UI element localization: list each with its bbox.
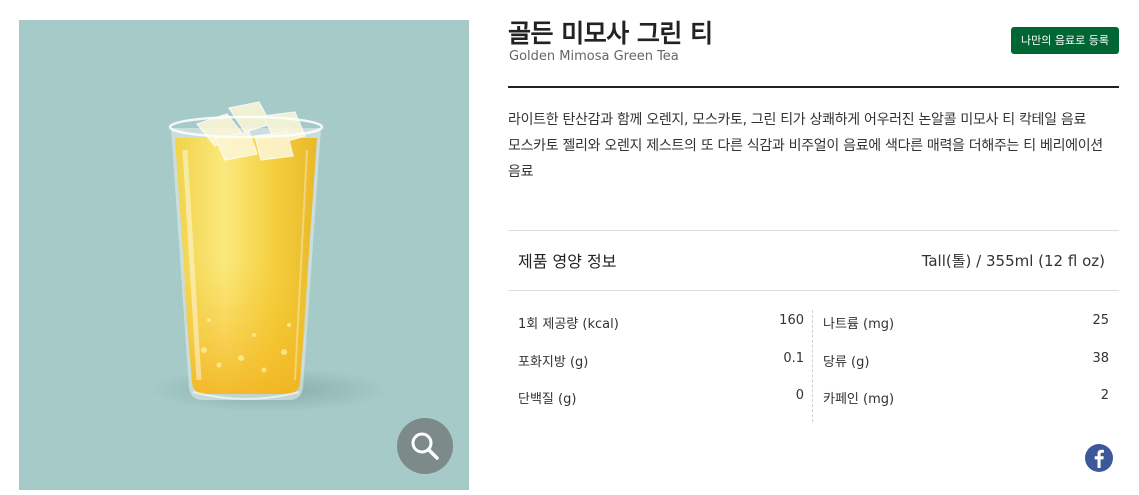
serving-size: Tall(톨) / 355ml (12 fl oz) — [921, 252, 1105, 270]
product-image — [19, 20, 469, 490]
nutrition-label: 나트륨 (mg) — [823, 317, 895, 332]
nutrition-title: 제품 영양 정보 — [518, 252, 617, 271]
title-divider — [508, 86, 1119, 88]
nutrition-label: 카페인 (mg) — [823, 392, 895, 407]
nutrition-label: 당류 (g) — [823, 354, 870, 370]
nutrition-row: 카페인 (mg) 2 — [823, 383, 1109, 421]
nutrition-value: 160 — [779, 313, 804, 328]
column-divider — [812, 310, 813, 422]
nutrition-table: 1회 제공량 (kcal) 160 포화지방 (g) 0.1 단백질 (g) 0… — [508, 308, 1119, 422]
facebook-share-button[interactable] — [1085, 444, 1113, 472]
nutrition-row: 당류 (g) 38 — [823, 346, 1109, 384]
nutrition-row: 단백질 (g) 0 — [518, 383, 804, 421]
zoom-button[interactable] — [397, 418, 453, 474]
product-description: 라이트한 탄산감과 함께 오렌지, 모스카토, 그린 티가 상쾌하게 어우러진 … — [508, 107, 1119, 185]
register-my-drink-button[interactable]: 나만의 음료로 등록 — [1011, 27, 1119, 54]
magnifier-icon — [411, 432, 439, 460]
nutrition-row: 1회 제공량 (kcal) 160 — [518, 308, 804, 346]
nutrition-label: 1회 제공량 (kcal) — [518, 317, 619, 332]
nutrition-column-left: 1회 제공량 (kcal) 160 포화지방 (g) 0.1 단백질 (g) 0 — [518, 308, 804, 422]
nutrition-value: 0 — [795, 388, 804, 403]
nutrition-value: 0.1 — [783, 350, 804, 366]
nutrition-label: 단백질 (g) — [518, 392, 577, 407]
product-detail-page: 골든 미모사 그린 티 Golden Mimosa Green Tea 나만의 … — [0, 0, 1139, 495]
drink-glass-image — [149, 101, 389, 412]
nutrition-row: 나트륨 (mg) 25 — [823, 308, 1109, 346]
nutrition-label: 포화지방 (g) — [518, 354, 589, 370]
nutrition-divider — [508, 290, 1119, 291]
nutrition-column-right: 나트륨 (mg) 25 당류 (g) 38 카페인 (mg) 2 — [823, 308, 1109, 422]
nutrition-value: 38 — [1092, 350, 1109, 366]
description-line: 모스카토 젤리와 오렌지 제스트의 또 다른 식감과 비주얼이 음료에 색다른 … — [508, 138, 1103, 180]
product-title: 골든 미모사 그린 티 — [508, 19, 713, 48]
nutrition-value: 25 — [1092, 313, 1109, 328]
description-line: 라이트한 탄산감과 함께 오렌지, 모스카토, 그린 티가 상쾌하게 어우러진 … — [508, 112, 1087, 128]
nutrition-divider — [508, 230, 1119, 231]
nutrition-value: 2 — [1100, 388, 1109, 403]
product-subtitle: Golden Mimosa Green Tea — [509, 49, 679, 64]
nutrition-row: 포화지방 (g) 0.1 — [518, 346, 804, 384]
facebook-icon — [1094, 449, 1104, 468]
